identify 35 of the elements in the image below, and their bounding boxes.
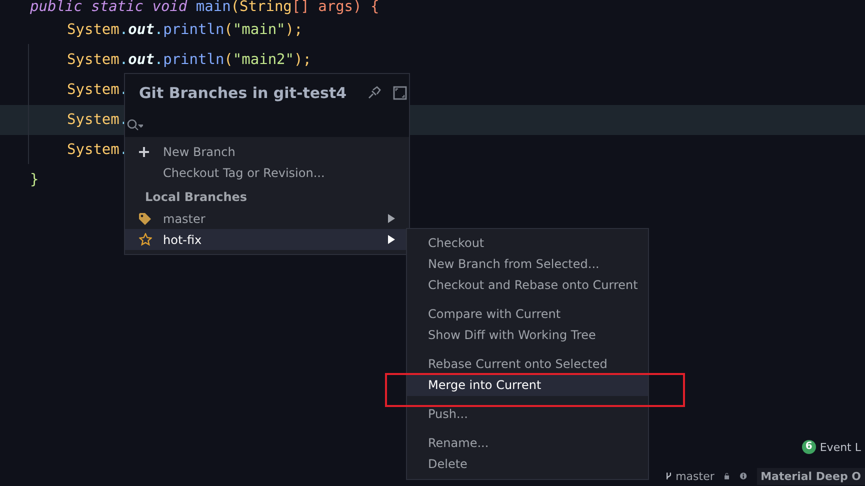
- expand-icon[interactable]: [393, 86, 407, 100]
- star-icon: [139, 233, 152, 246]
- menu-item[interactable]: Checkout: [407, 233, 648, 254]
- event-log-link[interactable]: Event L: [820, 440, 861, 454]
- info-icon[interactable]: [740, 470, 747, 482]
- branch-item[interactable]: hot-fix: [125, 229, 409, 250]
- theme-widget[interactable]: Material Deep O: [756, 468, 865, 484]
- branch-item[interactable]: master: [125, 208, 409, 229]
- menu-item[interactable]: Rebase Current onto Selected: [407, 354, 648, 375]
- menu-item[interactable]: Show Diff with Working Tree: [407, 325, 648, 346]
- code-line: }: [30, 172, 39, 188]
- menu-item[interactable]: Compare with Current: [407, 304, 648, 325]
- menu-item[interactable]: Delete: [407, 454, 648, 475]
- section-header: Local Branches: [144, 189, 248, 206]
- pin-icon[interactable]: [367, 86, 381, 100]
- menu-item[interactable]: Push...: [407, 404, 648, 425]
- event-count-badge: 6: [802, 440, 816, 454]
- submenu-arrow-icon: [388, 235, 395, 244]
- code-line: System.out.println("main2");: [67, 52, 312, 68]
- git-branch-widget[interactable]: master: [676, 470, 714, 482]
- menu-item[interactable]: Checkout Tag or Revision...: [125, 162, 409, 183]
- submenu-arrow-icon: [388, 214, 395, 223]
- menu-item[interactable]: Rename...: [407, 433, 648, 454]
- menu-item[interactable]: New Branch: [125, 141, 409, 162]
- code-line: public static void main(String[] args) {: [30, 0, 380, 15]
- menu-item[interactable]: Checkout and Rebase onto Current: [407, 275, 648, 296]
- code-line: System.out.println("main");: [67, 22, 303, 38]
- tag-icon: [139, 212, 151, 224]
- popup-title: Git Branches in git-test4: [139, 84, 348, 102]
- search-field[interactable]: [125, 112, 409, 137]
- lock-icon[interactable]: [724, 470, 730, 482]
- plus-icon: [139, 146, 149, 156]
- search-icon: [127, 118, 143, 130]
- menu-item[interactable]: Merge into Current: [407, 375, 648, 396]
- menu-item[interactable]: New Branch from Selected...: [407, 254, 648, 275]
